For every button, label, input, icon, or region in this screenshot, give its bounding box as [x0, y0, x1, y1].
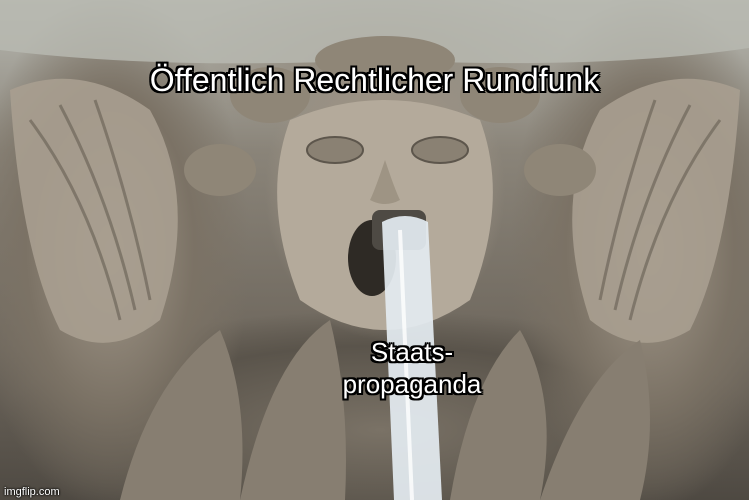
bottom-caption-line1: Staats- [370, 337, 454, 367]
meme-canvas: Öffentlich Rechtlicher Rundfunk Staats- … [0, 0, 749, 500]
right-shell-shape [572, 78, 740, 343]
top-caption: Öffentlich Rechtlicher Rundfunk [149, 62, 600, 98]
bottom-caption: Staats- propaganda [252, 336, 572, 400]
left-shell-shape [10, 78, 178, 343]
watermark-text: imgflip.com [4, 486, 60, 498]
bottom-caption-line2: propaganda [342, 369, 482, 399]
